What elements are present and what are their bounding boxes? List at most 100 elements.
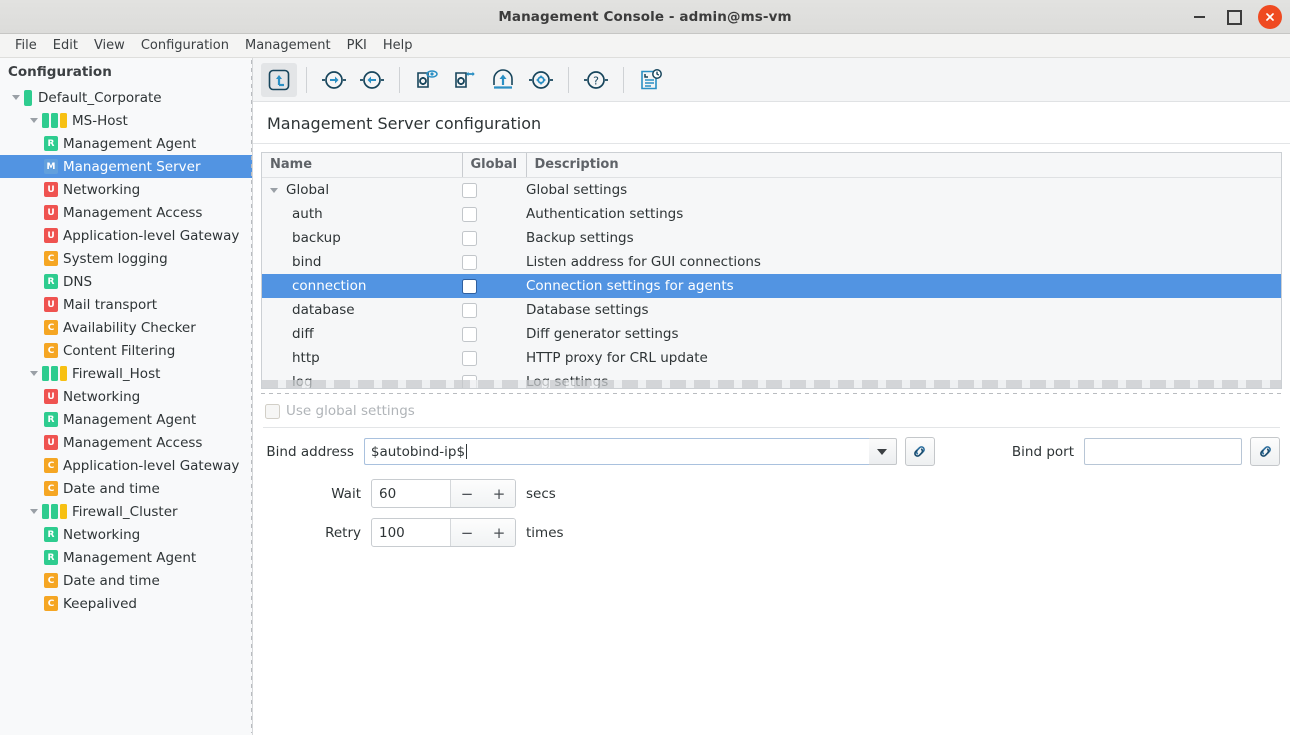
table-row[interactable]: bind Listen address for GUI connections bbox=[262, 250, 1281, 274]
tree-item[interactable]: U Management Access bbox=[0, 431, 252, 454]
table-form-splitter[interactable] bbox=[261, 389, 1282, 398]
history-button[interactable] bbox=[633, 63, 669, 97]
column-header-description[interactable]: Description bbox=[525, 153, 1281, 178]
cell-global[interactable] bbox=[462, 346, 526, 370]
sidebar-splitter[interactable] bbox=[250, 58, 253, 735]
tree-item[interactable]: Firewall_Cluster bbox=[0, 500, 252, 523]
row-expander-icon[interactable] bbox=[270, 187, 286, 193]
tree-item[interactable]: C System logging bbox=[0, 247, 252, 270]
global-checkbox[interactable] bbox=[462, 350, 477, 366]
tree-item[interactable]: C Keepalived bbox=[0, 592, 252, 615]
name-cell-content: backup bbox=[262, 226, 462, 250]
forward-button[interactable] bbox=[316, 63, 352, 97]
tree-item[interactable]: U Application-level Gateway bbox=[0, 224, 252, 247]
retry-value[interactable]: 100 bbox=[372, 519, 450, 546]
minimize-button[interactable] bbox=[1188, 6, 1210, 28]
cell-global[interactable] bbox=[462, 322, 526, 346]
tree-item[interactable]: M Management Server bbox=[0, 155, 252, 178]
table-row[interactable]: connection Connection settings for agents bbox=[262, 274, 1281, 298]
tree-item[interactable]: R Management Agent bbox=[0, 546, 252, 569]
settings-button[interactable] bbox=[523, 63, 559, 97]
edit-config-button[interactable] bbox=[447, 63, 483, 97]
tree-expander-icon[interactable] bbox=[26, 109, 42, 132]
menu-management[interactable]: Management bbox=[237, 35, 339, 57]
global-checkbox[interactable] bbox=[462, 254, 477, 270]
global-checkbox[interactable] bbox=[462, 182, 477, 198]
column-header-name[interactable]: Name bbox=[262, 153, 462, 178]
tree-item[interactable]: R Networking bbox=[0, 523, 252, 546]
cell-global[interactable] bbox=[462, 298, 526, 322]
global-checkbox[interactable] bbox=[462, 278, 477, 294]
cell-description: HTTP proxy for CRL update bbox=[526, 346, 1281, 370]
global-checkbox[interactable] bbox=[462, 302, 477, 318]
bind-address-link-button[interactable] bbox=[904, 437, 935, 466]
table-row[interactable]: auth Authentication settings bbox=[262, 202, 1281, 226]
use-global-settings-row[interactable]: Use global settings bbox=[263, 399, 1280, 425]
menu-file[interactable]: File bbox=[7, 35, 45, 57]
cell-global[interactable] bbox=[462, 226, 526, 250]
menu-pki[interactable]: PKI bbox=[339, 35, 375, 57]
bind-address-dropdown-button[interactable] bbox=[868, 438, 897, 465]
retry-stepper[interactable]: 100 − + bbox=[371, 518, 516, 547]
global-checkbox[interactable] bbox=[462, 206, 477, 222]
tree-item[interactable]: MS-Host bbox=[0, 109, 252, 132]
table-row[interactable]: database Database settings bbox=[262, 298, 1281, 322]
tree-item[interactable]: U Networking bbox=[0, 385, 252, 408]
back-button[interactable] bbox=[354, 63, 390, 97]
close-button[interactable] bbox=[1258, 5, 1282, 29]
global-checkbox[interactable] bbox=[462, 326, 477, 342]
table-row[interactable]: diff Diff generator settings bbox=[262, 322, 1281, 346]
menu-help[interactable]: Help bbox=[375, 35, 421, 57]
tree-item[interactable]: C Application-level Gateway bbox=[0, 454, 252, 477]
view-config-button[interactable] bbox=[409, 63, 445, 97]
table-row[interactable]: backup Backup settings bbox=[262, 226, 1281, 250]
activate-button[interactable] bbox=[485, 63, 521, 97]
global-checkbox[interactable] bbox=[462, 230, 477, 246]
tree-item[interactable]: C Date and time bbox=[0, 569, 252, 592]
menu-edit[interactable]: Edit bbox=[45, 35, 86, 57]
tree-expander-icon[interactable] bbox=[26, 500, 42, 523]
tree-item[interactable]: C Availability Checker bbox=[0, 316, 252, 339]
menu-configuration[interactable]: Configuration bbox=[133, 35, 237, 57]
tree-item-label: DNS bbox=[63, 273, 93, 290]
configuration-tree[interactable]: Default_Corporate MS-Host R Management Agen… bbox=[0, 86, 252, 735]
table-horizontal-scrollbar[interactable] bbox=[262, 380, 1281, 388]
wait-stepper[interactable]: 60 − + bbox=[371, 479, 516, 508]
menu-view[interactable]: View bbox=[86, 35, 133, 57]
tree-item[interactable]: U Management Access bbox=[0, 201, 252, 224]
retry-increment-button[interactable]: + bbox=[483, 519, 515, 546]
cell-global[interactable] bbox=[462, 178, 526, 203]
retry-row: Retry 100 − + times bbox=[263, 518, 1280, 547]
cell-global[interactable] bbox=[462, 250, 526, 274]
use-global-settings-checkbox[interactable] bbox=[265, 403, 280, 419]
forward-arrow-icon bbox=[322, 70, 346, 89]
retry-decrement-button[interactable]: − bbox=[451, 519, 483, 546]
table-row[interactable]: Global Global settings bbox=[262, 178, 1281, 203]
help-button[interactable]: ? bbox=[578, 63, 614, 97]
bind-port-link-button[interactable] bbox=[1250, 437, 1280, 466]
table-row[interactable]: http HTTP proxy for CRL update bbox=[262, 346, 1281, 370]
config-table-body[interactable]: Global Global settings auth Authentication … bbox=[262, 178, 1281, 388]
tree-item[interactable]: R DNS bbox=[0, 270, 252, 293]
wait-decrement-button[interactable]: − bbox=[451, 480, 483, 507]
tree-item[interactable]: C Content Filtering bbox=[0, 339, 252, 362]
maximize-button[interactable] bbox=[1223, 6, 1245, 28]
tree-item[interactable]: Default_Corporate bbox=[0, 86, 252, 109]
tree-item[interactable]: U Mail transport bbox=[0, 293, 252, 316]
cell-global[interactable] bbox=[462, 202, 526, 226]
name-cell-content: diff bbox=[262, 322, 462, 346]
tree-item[interactable]: Firewall_Host bbox=[0, 362, 252, 385]
wait-increment-button[interactable]: + bbox=[483, 480, 515, 507]
column-header-global[interactable]: Global bbox=[461, 153, 526, 178]
bind-port-input[interactable] bbox=[1084, 438, 1242, 465]
bind-address-input[interactable]: $autobind-ip$ bbox=[363, 438, 869, 465]
tree-item[interactable]: C Date and time bbox=[0, 477, 252, 500]
tree-expander-icon[interactable] bbox=[26, 362, 42, 385]
tree-item[interactable]: R Management Agent bbox=[0, 408, 252, 431]
tree-item[interactable]: R Management Agent bbox=[0, 132, 252, 155]
tree-expander-icon[interactable] bbox=[8, 86, 24, 109]
wait-value[interactable]: 60 bbox=[372, 480, 450, 507]
go-up-button[interactable] bbox=[261, 62, 297, 97]
tree-item[interactable]: U Networking bbox=[0, 178, 252, 201]
cell-global[interactable] bbox=[462, 274, 526, 298]
